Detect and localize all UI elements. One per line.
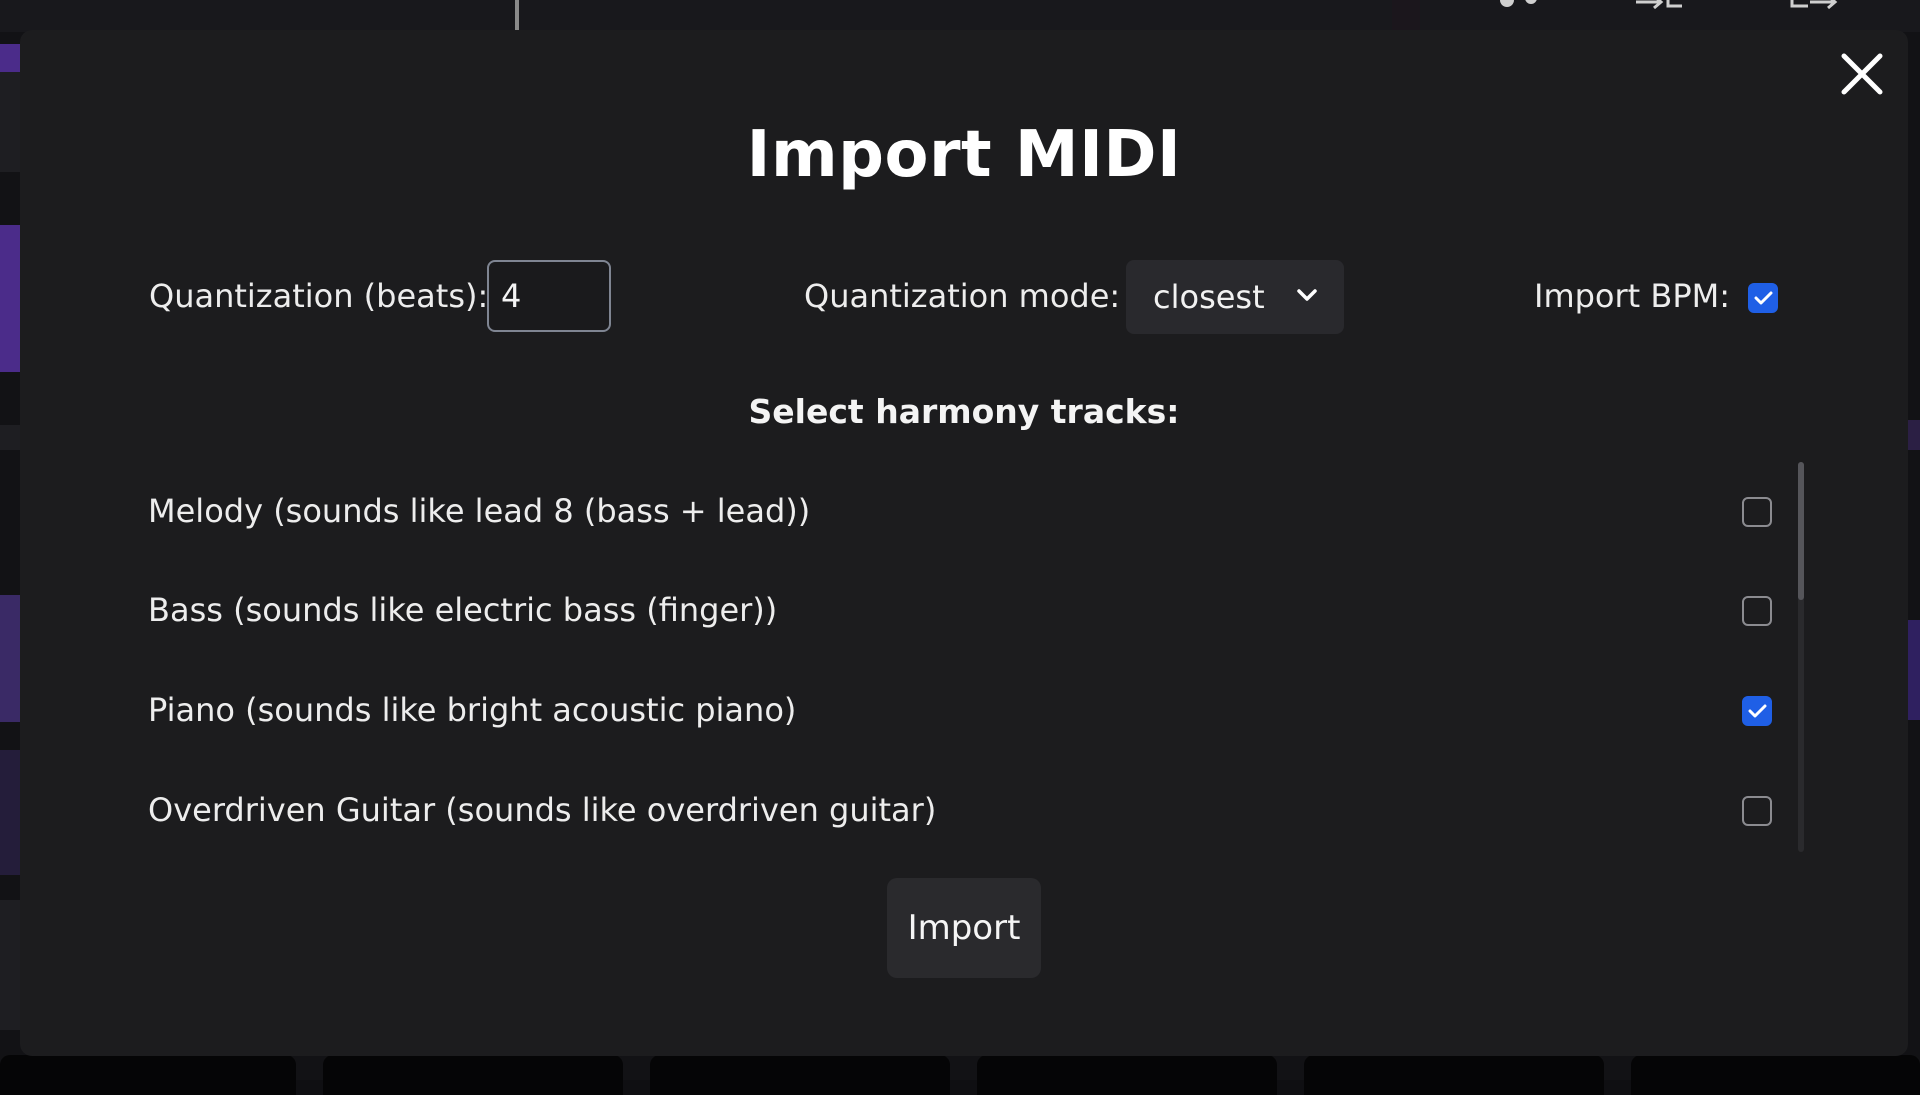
- import-bpm-checkbox[interactable]: [1748, 283, 1778, 313]
- quantization-mode-label: Quantization mode:: [804, 277, 1120, 315]
- background-key: [1631, 1055, 1920, 1095]
- track-checkbox[interactable]: [1742, 596, 1772, 626]
- background-key: [0, 1055, 296, 1095]
- quantization-beats-label: Quantization (beats):: [149, 277, 488, 315]
- export-arrow-icon: [1788, 0, 1840, 14]
- background-playhead: [515, 0, 519, 30]
- background-key: [323, 1055, 623, 1095]
- background-key: [977, 1055, 1277, 1095]
- background-lane: [0, 750, 22, 875]
- chevron-down-icon: [1296, 287, 1318, 303]
- checkmark-icon: [1754, 290, 1773, 306]
- quantization-mode-select[interactable]: closest: [1126, 260, 1344, 334]
- background-lane: [0, 900, 22, 1030]
- track-checkbox[interactable]: [1742, 796, 1772, 826]
- background-lane: [0, 595, 22, 722]
- quantization-mode-value: closest: [1153, 278, 1265, 316]
- import-bpm-label: Import BPM:: [1534, 277, 1730, 315]
- track-checkbox[interactable]: [1742, 696, 1772, 726]
- background-key: [650, 1055, 950, 1095]
- background-lane: [1906, 620, 1920, 720]
- track-label: Bass (sounds like electric bass (finger)…: [148, 591, 777, 629]
- harmony-tracks-heading: Select harmony tracks:: [0, 392, 1920, 431]
- dialog-title: Import MIDI: [0, 118, 1920, 192]
- scrollbar-thumb[interactable]: [1798, 462, 1804, 600]
- close-icon[interactable]: [1838, 50, 1886, 98]
- track-label: Piano (sounds like bright acoustic piano…: [148, 691, 796, 729]
- background-key: [1304, 1055, 1604, 1095]
- notes-icon: [1495, 0, 1547, 14]
- background-lane: [0, 44, 22, 72]
- background-panel: [1392, 0, 1420, 30]
- import-button[interactable]: Import: [887, 878, 1041, 978]
- quantization-beats-input[interactable]: [487, 260, 611, 332]
- background-toolbar: [0, 0, 1920, 32]
- track-label: Overdriven Guitar (sounds like overdrive…: [148, 791, 936, 829]
- track-label: Melody (sounds like lead 8 (bass + lead)…: [148, 492, 810, 530]
- background-lane: [0, 225, 22, 372]
- import-arrow-icon: [1634, 0, 1686, 14]
- track-checkbox[interactable]: [1742, 497, 1772, 527]
- checkmark-icon: [1748, 703, 1767, 719]
